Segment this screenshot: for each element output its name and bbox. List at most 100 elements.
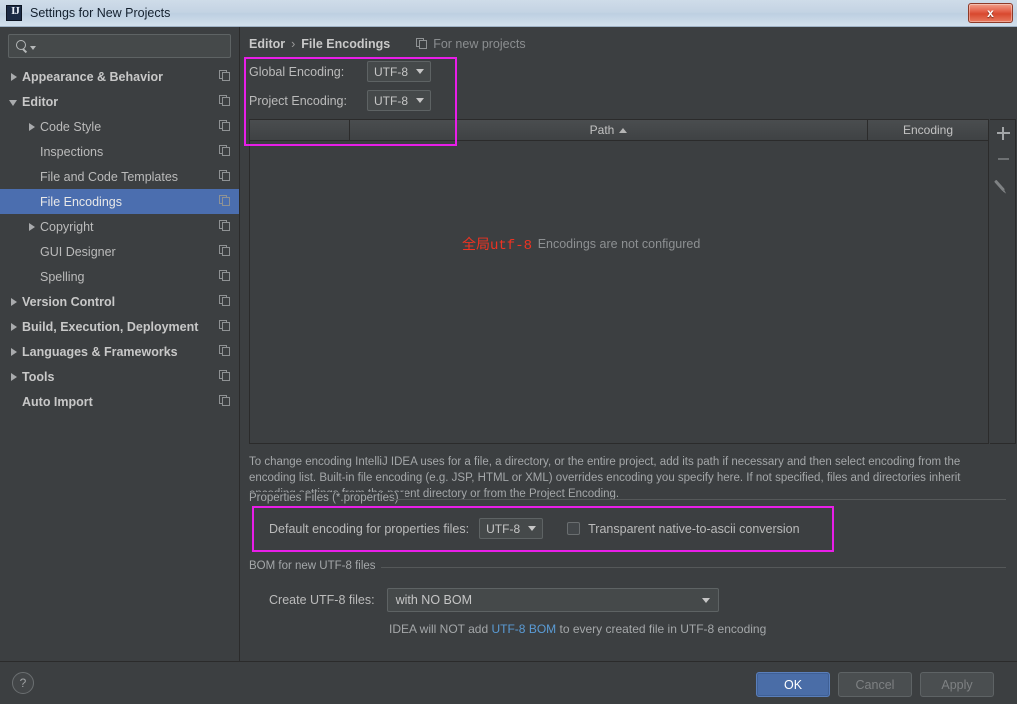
bom-note-prefix: IDEA will NOT add [389, 622, 492, 636]
copy-settings-icon[interactable] [219, 295, 231, 307]
create-utf8-files-value: with NO BOM [395, 593, 472, 607]
tree-arrow-placeholder [26, 139, 40, 164]
table-column-path[interactable]: Path [350, 120, 868, 140]
table-column-path-label: Path [589, 123, 615, 137]
create-utf8-files-row: Create UTF-8 files: with NO BOM [269, 588, 719, 612]
copy-settings-icon[interactable] [219, 145, 231, 157]
bom-group-title: BOM for new UTF-8 files [249, 560, 382, 572]
close-window-button[interactable]: x [968, 3, 1013, 23]
chevron-right-icon[interactable] [8, 364, 22, 389]
sidebar-item-copyright[interactable]: Copyright [0, 214, 239, 239]
chevron-right-icon[interactable] [26, 214, 40, 239]
copy-settings-icon[interactable] [219, 70, 231, 82]
copy-settings-icon[interactable] [219, 245, 231, 257]
tree-arrow-placeholder [26, 164, 40, 189]
properties-group-divider [391, 499, 1006, 500]
tree-arrow-placeholder [26, 189, 40, 214]
sidebar-item-label: File Encodings [40, 194, 122, 209]
bom-note-suffix: to every created file in UTF-8 encoding [556, 622, 767, 636]
sidebar-item-file-encodings[interactable]: File Encodings [0, 189, 239, 214]
sidebar-item-label: Editor [22, 94, 59, 109]
sidebar-item-appearance-behavior[interactable]: Appearance & Behavior [0, 64, 239, 89]
sidebar-item-auto-import[interactable]: Auto Import [0, 389, 239, 414]
sidebar-item-label: Tools [22, 369, 55, 384]
sidebar-item-gui-designer[interactable]: GUI Designer [0, 239, 239, 264]
project-encoding-select[interactable]: UTF-8 [367, 90, 431, 111]
chevron-right-icon[interactable] [8, 314, 22, 339]
sidebar-item-inspections[interactable]: Inspections [0, 139, 239, 164]
add-encoding-button[interactable] [990, 120, 1016, 146]
window-title: Settings for New Projects [30, 6, 171, 20]
chevron-right-icon[interactable] [26, 114, 40, 139]
sidebar-item-label: Copyright [40, 219, 94, 234]
copy-settings-icon[interactable] [219, 345, 231, 357]
sidebar-item-tools[interactable]: Tools [0, 364, 239, 389]
dialog-footer: ? OK Cancel Apply https://blog.csdn.net/… [0, 661, 1017, 704]
sidebar-item-label: Auto Import [22, 394, 93, 409]
copy-settings-icon[interactable] [219, 220, 231, 232]
sidebar-item-editor[interactable]: Editor [0, 89, 239, 114]
sidebar-item-build-execution-deployment[interactable]: Build, Execution, Deployment [0, 314, 239, 339]
sidebar-item-label: GUI Designer [40, 244, 116, 259]
table-body[interactable]: Encodings are not configured 全局utf-8 [250, 141, 988, 443]
settings-tree: Appearance & Behavior Editor Code Style Ins… [0, 64, 239, 414]
copy-settings-icon[interactable] [219, 95, 231, 107]
table-header-row: Path Encoding [250, 120, 988, 141]
sidebar-item-label: Build, Execution, Deployment [22, 319, 199, 334]
sidebar-item-label: Code Style [40, 119, 102, 134]
transparent-conversion-label[interactable]: Transparent native-to-ascii conversion [588, 522, 799, 536]
sidebar-item-spelling[interactable]: Spelling [0, 264, 239, 289]
sidebar-item-version-control[interactable]: Version Control [0, 289, 239, 314]
sort-ascending-icon [619, 127, 628, 133]
breadcrumb: Editor › File Encodings For new projects [249, 37, 526, 51]
sidebar-item-label: Version Control [22, 294, 116, 309]
breadcrumb-current: File Encodings [301, 37, 391, 51]
copy-settings-icon[interactable] [219, 195, 231, 207]
copy-settings-icon [416, 38, 428, 50]
sidebar-item-label: Appearance & Behavior [22, 69, 164, 84]
sidebar-item-code-style[interactable]: Code Style [0, 114, 239, 139]
settings-sidebar: Appearance & Behavior Editor Code Style Ins… [0, 27, 240, 661]
chevron-right-icon[interactable] [8, 64, 22, 89]
create-utf8-files-select[interactable]: with NO BOM [386, 588, 719, 612]
help-button[interactable]: ? [12, 672, 34, 694]
intellij-idea-icon [6, 5, 23, 21]
breadcrumb-parent[interactable]: Editor [249, 37, 285, 51]
sidebar-item-label: Languages & Frameworks [22, 344, 178, 359]
apply-button[interactable]: Apply [920, 672, 994, 697]
title-bar: Settings for New Projects x [0, 0, 1017, 27]
edit-encoding-button[interactable] [990, 172, 1016, 198]
global-encoding-select[interactable]: UTF-8 [367, 61, 431, 82]
sidebar-item-languages-frameworks[interactable]: Languages & Frameworks [0, 339, 239, 364]
copy-settings-icon[interactable] [219, 170, 231, 182]
sidebar-item-file-and-code-templates[interactable]: File and Code Templates [0, 164, 239, 189]
global-encoding-label: Global Encoding: [249, 64, 345, 79]
bom-group-divider [381, 567, 1006, 568]
bom-note-link[interactable]: UTF-8 BOM [491, 622, 556, 636]
chevron-right-icon[interactable] [8, 339, 22, 364]
search-box[interactable] [8, 34, 231, 58]
tree-arrow-placeholder [26, 239, 40, 264]
search-input[interactable] [36, 39, 224, 53]
chevron-down-icon [701, 597, 710, 603]
tree-arrow-placeholder [8, 389, 22, 414]
copy-settings-icon[interactable] [219, 120, 231, 132]
copy-settings-icon[interactable] [219, 395, 231, 407]
table-column-blank[interactable] [250, 120, 350, 140]
table-column-encoding[interactable]: Encoding [868, 120, 988, 140]
search-container [0, 27, 239, 58]
copy-settings-icon[interactable] [219, 370, 231, 382]
cancel-button[interactable]: Cancel [838, 672, 912, 697]
remove-encoding-button[interactable] [990, 146, 1016, 172]
default-properties-encoding-value: UTF-8 [486, 521, 521, 536]
copy-settings-icon[interactable] [219, 320, 231, 332]
search-icon [15, 39, 29, 53]
for-new-projects-label: For new projects [433, 37, 526, 51]
for-new-projects-note: For new projects [416, 37, 526, 51]
chevron-right-icon[interactable] [8, 289, 22, 314]
transparent-conversion-checkbox[interactable] [567, 522, 581, 535]
chevron-down-icon[interactable] [8, 89, 22, 114]
copy-settings-icon[interactable] [219, 270, 231, 282]
default-properties-encoding-select[interactable]: UTF-8 [479, 518, 544, 539]
ok-button[interactable]: OK [756, 672, 830, 697]
